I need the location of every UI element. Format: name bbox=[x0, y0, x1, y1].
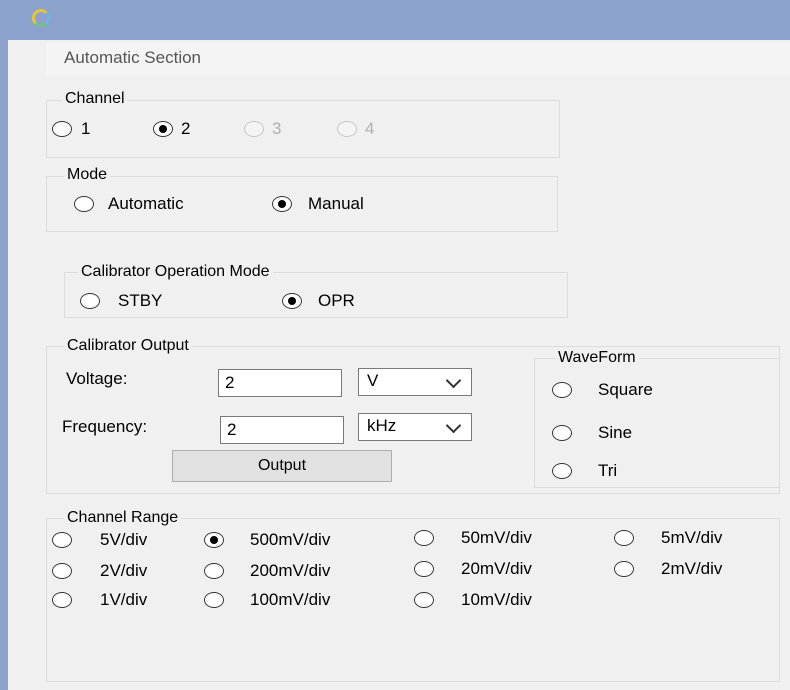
channel-group-legend: Channel bbox=[62, 90, 128, 108]
chevron-down-icon bbox=[445, 372, 462, 389]
stby-label: STBY bbox=[118, 291, 163, 310]
range-10mv-radio[interactable] bbox=[414, 592, 434, 608]
channel-3-label: 3 bbox=[272, 119, 282, 138]
channel-4-label: 4 bbox=[365, 119, 375, 138]
waveform-legend: WaveForm bbox=[555, 349, 639, 367]
range-5mv-label: 5mV/div bbox=[661, 528, 723, 547]
range-200mv-label: 200mV/div bbox=[250, 561, 331, 580]
range-5v-radio[interactable] bbox=[52, 532, 72, 548]
window-left-edge bbox=[0, 40, 8, 690]
range-2v-label: 2V/div bbox=[100, 561, 148, 580]
channel-2-radio[interactable] bbox=[153, 121, 173, 137]
range-50mv-radio[interactable] bbox=[414, 530, 434, 546]
waveform-tri-radio[interactable] bbox=[552, 463, 572, 479]
waveform-tri-label: Tri bbox=[598, 461, 618, 480]
mode-group-legend: Mode bbox=[64, 166, 111, 184]
stby-radio[interactable] bbox=[80, 293, 100, 309]
voltage-unit-select[interactable]: V bbox=[358, 368, 472, 396]
range-2v-radio[interactable] bbox=[52, 563, 72, 579]
range-10mv-label: 10mV/div bbox=[461, 590, 532, 609]
voltage-unit-value: V bbox=[367, 371, 379, 390]
mode-manual-radio[interactable] bbox=[272, 196, 292, 212]
channel-range-legend: Channel Range bbox=[64, 509, 182, 527]
mode-automatic-radio[interactable] bbox=[74, 196, 94, 212]
chevron-down-icon bbox=[445, 417, 462, 434]
range-1v-label: 1V/div bbox=[100, 590, 148, 609]
frequency-unit-value: kHz bbox=[367, 416, 397, 435]
voltage-input[interactable]: 2 bbox=[218, 369, 342, 397]
range-500mv-label: 500mV/div bbox=[250, 530, 331, 549]
mode-manual-label: Manual bbox=[308, 194, 364, 213]
range-20mv-radio[interactable] bbox=[414, 561, 434, 577]
window-titlebar bbox=[0, 0, 790, 40]
range-1v-radio[interactable] bbox=[52, 592, 72, 608]
opr-label: OPR bbox=[318, 291, 355, 310]
channel-2-label: 2 bbox=[181, 119, 191, 138]
frequency-label: Frequency: bbox=[62, 417, 148, 436]
voltage-label: Voltage: bbox=[66, 369, 128, 388]
mode-automatic-label: Automatic bbox=[108, 194, 184, 213]
tab-automatic-section[interactable]: Automatic Section bbox=[64, 48, 201, 68]
range-5v-label: 5V/div bbox=[100, 530, 148, 549]
range-50mv-label: 50mV/div bbox=[461, 528, 532, 547]
opr-radio[interactable] bbox=[282, 293, 302, 309]
channel-4-radio bbox=[337, 121, 357, 137]
waveform-square-label: Square bbox=[598, 380, 653, 399]
range-5mv-radio[interactable] bbox=[614, 530, 634, 546]
waveform-sine-label: Sine bbox=[598, 423, 633, 442]
channel-3-radio bbox=[244, 121, 264, 137]
range-200mv-radio[interactable] bbox=[204, 563, 224, 579]
frequency-input[interactable]: 2 bbox=[220, 416, 344, 444]
output-button[interactable]: Output bbox=[172, 450, 392, 482]
waveform-sine-radio[interactable] bbox=[552, 425, 572, 441]
range-2mv-radio[interactable] bbox=[614, 561, 634, 577]
range-100mv-radio[interactable] bbox=[204, 592, 224, 608]
waveform-square-radio[interactable] bbox=[552, 382, 572, 398]
calibrator-operation-mode-legend: Calibrator Operation Mode bbox=[78, 263, 273, 281]
channel-1-label: 1 bbox=[81, 119, 91, 138]
range-500mv-radio[interactable] bbox=[204, 532, 224, 548]
range-100mv-label: 100mV/div bbox=[250, 590, 331, 609]
channel-group bbox=[46, 100, 560, 158]
range-2mv-label: 2mV/div bbox=[661, 559, 723, 578]
calibrator-output-legend: Calibrator Output bbox=[64, 337, 192, 355]
app-logo-icon bbox=[32, 9, 50, 27]
channel-1-radio[interactable] bbox=[52, 121, 72, 137]
frequency-unit-select[interactable]: kHz bbox=[358, 413, 472, 441]
range-20mv-label: 20mV/div bbox=[461, 559, 532, 578]
